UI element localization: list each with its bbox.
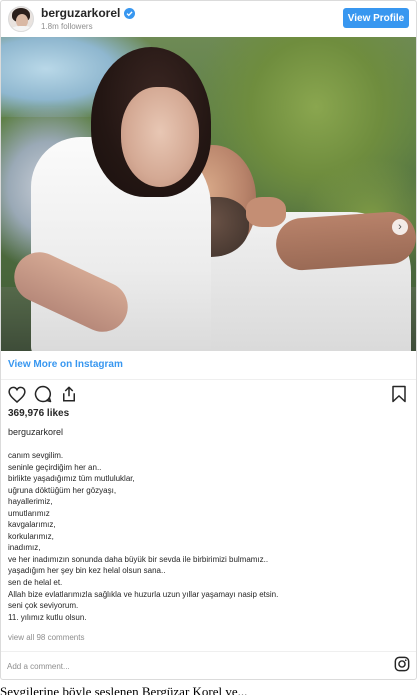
likes-count[interactable]: 369,976 likes	[8, 408, 69, 419]
avatar[interactable]	[8, 6, 34, 32]
carousel-next-icon[interactable]: ›	[392, 219, 408, 235]
caption-username[interactable]: berguzarkorel	[8, 427, 63, 437]
add-comment-input[interactable]	[7, 657, 367, 675]
action-bar	[7, 384, 79, 404]
divider	[1, 379, 416, 380]
caption-line: korkularımız,	[8, 531, 54, 541]
username-row[interactable]: berguzarkorel	[41, 6, 136, 20]
caption-line: hayallerimiz,	[8, 497, 53, 507]
caption-line: inadımız,	[8, 543, 41, 553]
post-header: berguzarkorel 1.8m followers View Profil…	[1, 1, 416, 37]
caption-line: Allah bize evlatlarımızla sağlıkla ve hu…	[8, 589, 279, 599]
heart-icon[interactable]	[7, 384, 27, 404]
caption-line: ve her inadımızın sonunda daha büyük bir…	[8, 554, 269, 564]
instagram-embed-card: berguzarkorel 1.8m followers View Profil…	[0, 0, 417, 680]
caption-line: canım sevgilim.	[8, 451, 64, 460]
caption-line: birlikte yaşadığımız tüm mutluluklar,	[8, 474, 135, 484]
view-profile-button[interactable]: View Profile	[343, 8, 409, 28]
username[interactable]: berguzarkorel	[41, 6, 120, 20]
caption-line: uğruna döktüğüm her gözyaşı,	[8, 485, 117, 495]
divider	[1, 651, 416, 652]
instagram-icon[interactable]	[394, 656, 410, 677]
caption-line: yaşadığım her şey bin kez helal olsun sa…	[8, 566, 166, 576]
article-text: Sevgilerine böyle seslenen Bergüzar Kore…	[0, 684, 248, 695]
bookmark-icon[interactable]	[389, 384, 409, 404]
caption-line: sen de helal et.	[8, 578, 63, 588]
post-photo[interactable]: ›	[1, 37, 416, 351]
caption-line: umutlarımız	[8, 508, 50, 518]
verified-badge-icon	[124, 7, 136, 19]
share-icon[interactable]	[59, 384, 79, 404]
view-all-comments-link[interactable]: view all 98 comments	[8, 633, 84, 642]
followers-count: 1.8m followers	[41, 22, 93, 31]
caption-line: seni çok seviyorum.	[8, 601, 79, 611]
caption-line: kavgalarımız,	[8, 520, 56, 530]
caption-line: seninle geçirdiğim her an..	[8, 462, 102, 472]
caption-line: 11. yılımız kutlu olsun.	[8, 612, 87, 622]
caption-text: canım sevgilim. seninle geçirdiğim her a…	[8, 450, 408, 623]
comment-icon[interactable]	[33, 384, 53, 404]
view-more-on-instagram-link[interactable]: View More on Instagram	[8, 359, 123, 370]
